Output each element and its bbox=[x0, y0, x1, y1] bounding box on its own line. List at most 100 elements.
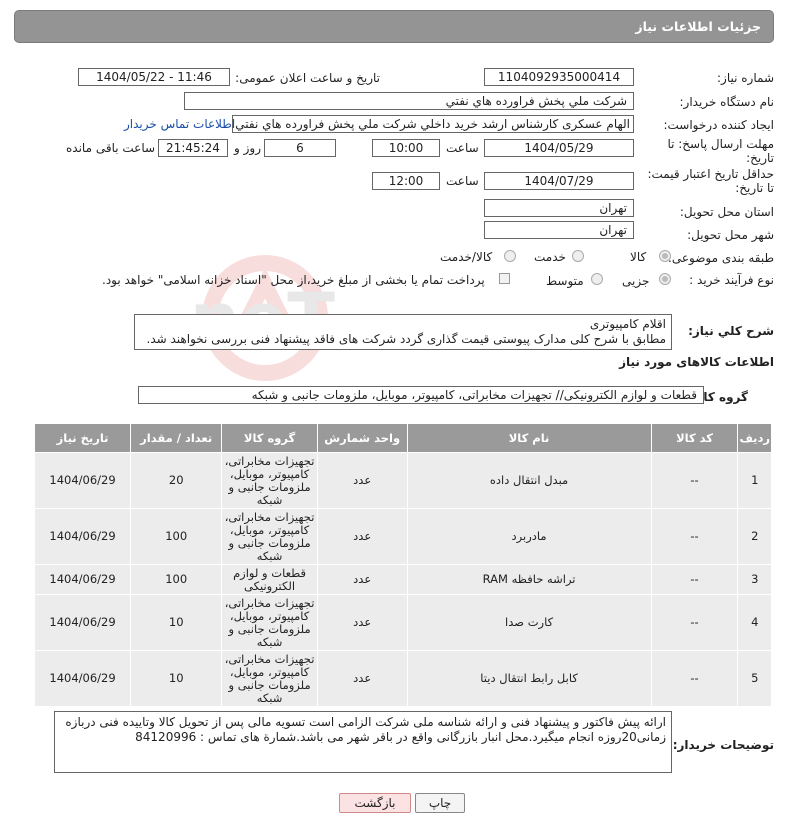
print-button[interactable]: چاپ bbox=[415, 793, 465, 813]
cell-name: کابل رابط انتقال دیتا bbox=[406, 650, 652, 707]
items-table-header: ردیف کد کالا نام کالا واحد شمارش گروه کا… bbox=[33, 423, 772, 453]
cell-unit: عدد bbox=[316, 452, 408, 509]
cell-group: قطعات و لوازم الکترونیکی bbox=[221, 564, 318, 595]
cell-row: 2 bbox=[737, 508, 772, 565]
reply-date-field: 1404/05/29 bbox=[484, 139, 634, 157]
cell-code: -- bbox=[650, 508, 739, 565]
province-field: تهران bbox=[484, 199, 634, 217]
category-option-both: کالا/خدمت bbox=[440, 250, 493, 264]
table-row: 2 -- مادربرد عدد تجهیزات مخابراتی، کامپی… bbox=[33, 508, 772, 565]
cell-name: مبدل انتقال داده bbox=[406, 452, 652, 509]
announce-label: تاریخ و ساعت اعلان عمومی: bbox=[235, 71, 380, 85]
buyer-org-field: شرکت ملي پخش فراورده هاي نفتي bbox=[184, 92, 634, 110]
treasury-payment-checkbox[interactable] bbox=[499, 273, 510, 284]
need-number-label: شماره نیاز: bbox=[717, 71, 774, 85]
buyer-notes-line-1: ارائه پیش فاکتور و پیشنهاد فنی و ارائه ش… bbox=[65, 715, 666, 729]
cell-group: تجهیزات مخابراتی، کامپیوتر، موبایل، ملزو… bbox=[221, 452, 318, 509]
need-number-field: 1104092935000414 bbox=[484, 68, 634, 86]
category-radio-both[interactable] bbox=[504, 250, 516, 262]
buyer-contact-link[interactable]: اطلاعات تماس خریدار bbox=[124, 117, 235, 131]
city-field: تهران bbox=[484, 221, 634, 239]
cell-qty: 100 bbox=[130, 508, 223, 565]
cell-qty: 100 bbox=[130, 564, 223, 595]
cell-date: 1404/06/29 bbox=[33, 650, 132, 707]
price-time-field: 12:00 bbox=[372, 172, 440, 190]
cell-group: تجهیزات مخابراتی، کامپیوتر، موبایل، ملزو… bbox=[221, 508, 318, 565]
cell-qty: 10 bbox=[130, 650, 223, 707]
remaining-time-field: 21:45:24 bbox=[158, 139, 228, 157]
cell-name: کارت صدا bbox=[406, 594, 652, 651]
cell-code: -- bbox=[650, 594, 739, 651]
cell-date: 1404/06/29 bbox=[33, 452, 132, 509]
col-date: تاریخ نیاز bbox=[33, 423, 132, 453]
cell-date: 1404/06/29 bbox=[33, 594, 132, 651]
announce-field: 1404/05/22 - 11:46 bbox=[78, 68, 230, 86]
cell-code: -- bbox=[650, 452, 739, 509]
process-label: نوع فرآیند خرید : bbox=[689, 273, 774, 287]
col-name: نام کالا bbox=[406, 423, 652, 453]
cell-group: تجهیزات مخابراتی، کامپیوتر، موبایل، ملزو… bbox=[221, 650, 318, 707]
creator-label: ایجاد کننده درخواست: bbox=[663, 118, 774, 132]
days-field: 6 bbox=[264, 139, 336, 157]
goods-group-field: قطعات و لوازم الکترونیکی// تجهیزات مخابر… bbox=[138, 386, 704, 404]
buyer-notes-label: توضیحات خریدار: bbox=[672, 738, 774, 752]
cell-date: 1404/06/29 bbox=[33, 564, 132, 595]
cell-code: -- bbox=[650, 564, 739, 595]
category-option-goods: کالا bbox=[630, 250, 647, 264]
reply-time-label: ساعت bbox=[446, 141, 479, 155]
table-row: 3 -- تراشه حافظه RAM عدد قطعات و لوازم ا… bbox=[33, 564, 772, 595]
goods-info-title: اطلاعات کالاهای مورد نیاز bbox=[619, 355, 774, 369]
cell-unit: عدد bbox=[316, 508, 408, 565]
cell-row: 1 bbox=[737, 452, 772, 509]
category-option-service: خدمت bbox=[534, 250, 566, 264]
page-title: جزئیات اطلاعات نیاز bbox=[635, 19, 761, 34]
cell-row: 4 bbox=[737, 594, 772, 651]
province-label: استان محل تحویل: bbox=[679, 205, 774, 219]
col-qty: تعداد / مقدار bbox=[130, 423, 223, 453]
table-row: 5 -- کابل رابط انتقال دیتا عدد تجهیزات م… bbox=[33, 650, 772, 707]
items-table: ردیف کد کالا نام کالا واحد شمارش گروه کا… bbox=[33, 423, 772, 707]
category-label: طبقه بندی موضوعی: bbox=[667, 251, 774, 265]
remaining-label: ساعت باقی مانده bbox=[66, 141, 156, 155]
cell-qty: 20 bbox=[130, 452, 223, 509]
col-group: گروه کالا bbox=[221, 423, 318, 453]
cell-name: مادربرد bbox=[406, 508, 652, 565]
cell-date: 1404/06/29 bbox=[33, 508, 132, 565]
reply-deadline-label: مهلت ارسال پاسخ: تا تاریخ: bbox=[667, 137, 774, 165]
description-line-1: اقلام کامپیوتری bbox=[589, 317, 666, 331]
creator-field: الهام عسکری کارشناس ارشد خرید داخلي شرکت… bbox=[232, 115, 634, 133]
price-date-field: 1404/07/29 bbox=[484, 172, 634, 190]
price-time-label: ساعت bbox=[446, 174, 479, 188]
reply-time-field: 10:00 bbox=[372, 139, 440, 157]
cell-name: تراشه حافظه RAM bbox=[406, 564, 652, 595]
cell-unit: عدد bbox=[316, 564, 408, 595]
treasury-payment-note: پرداخت تمام یا بخشی از مبلغ خرید،از محل … bbox=[102, 273, 485, 287]
buyer-notes-line-2: زمانی20روزه انجام میگیرد.محل انبار بازرگ… bbox=[135, 730, 666, 744]
buyer-notes-field: ارائه پیش فاکتور و پیشنهاد فنی و ارائه ش… bbox=[54, 711, 672, 773]
category-radio-goods[interactable] bbox=[659, 250, 671, 262]
col-row: ردیف bbox=[737, 423, 772, 453]
category-radio-service[interactable] bbox=[572, 250, 584, 262]
cell-unit: عدد bbox=[316, 594, 408, 651]
process-option-medium: متوسط bbox=[546, 274, 584, 288]
col-code: کد کالا bbox=[650, 423, 739, 453]
description-field: اقلام کامپیوتری مطابق با شرح کلی مدارک پ… bbox=[134, 314, 672, 350]
table-row: 1 -- مبدل انتقال داده عدد تجهیزات مخابرا… bbox=[33, 452, 772, 509]
page-header: جزئیات اطلاعات نیاز bbox=[14, 10, 774, 43]
page: جزئیات اطلاعات نیاز AriaTender.neT شماره… bbox=[0, 0, 788, 830]
cell-group: تجهیزات مخابراتی، کامپیوتر، موبایل، ملزو… bbox=[221, 594, 318, 651]
process-radio-partial[interactable] bbox=[659, 273, 671, 285]
description-label: شرح کلي نياز: bbox=[688, 324, 774, 338]
process-radio-medium[interactable] bbox=[591, 273, 603, 285]
cell-qty: 10 bbox=[130, 594, 223, 651]
col-unit: واحد شمارش bbox=[316, 423, 408, 453]
cell-row: 3 bbox=[737, 564, 772, 595]
days-label: روز و bbox=[234, 141, 261, 155]
price-validity-label: حداقل تاریخ اعتبار قیمت: تا تاریخ: bbox=[647, 167, 774, 195]
process-option-partial: جزیی bbox=[622, 274, 650, 288]
table-row: 4 -- کارت صدا عدد تجهیزات مخابراتی، کامپ… bbox=[33, 594, 772, 651]
description-line-2: مطابق با شرح کلی مدارک پیوستی قیمت گذاری… bbox=[146, 332, 666, 346]
cell-unit: عدد bbox=[316, 650, 408, 707]
back-button[interactable]: بازگشت bbox=[339, 793, 411, 813]
buyer-org-label: نام دستگاه خریدار: bbox=[679, 95, 775, 109]
